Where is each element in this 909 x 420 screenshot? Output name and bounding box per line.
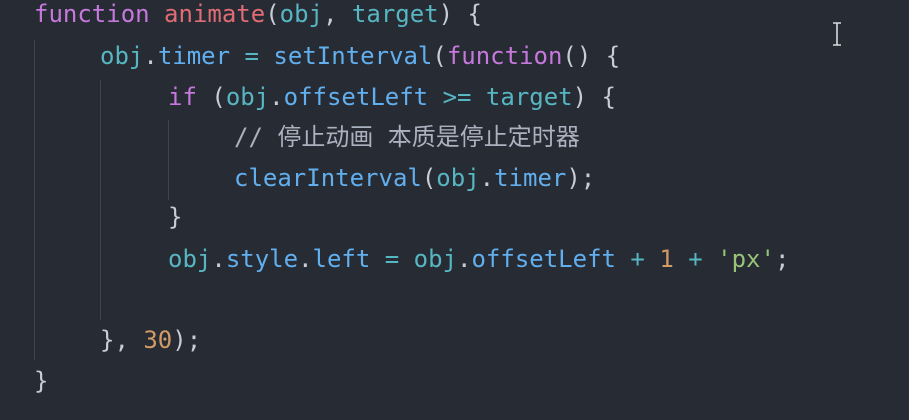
code-token-comment: // 停止动画 本质是停止定时器 <box>234 123 580 151</box>
code-token-op: + <box>673 245 718 273</box>
code-token-fn2: setInterval <box>273 42 433 70</box>
code-token-prop: timer <box>157 42 231 70</box>
code-line[interactable]: obj.style.left = obj.offsetLeft + 1 + 'p… <box>168 239 789 279</box>
code-line[interactable]: // 停止动画 本质是停止定时器 <box>234 117 580 157</box>
code-token-punct: . <box>143 42 158 70</box>
code-token-var: obj <box>436 164 480 192</box>
code-token-op: >= <box>428 83 486 111</box>
code-token-punct: } <box>100 326 115 354</box>
code-token-punct: ( <box>432 42 447 70</box>
code-token-punct: ( <box>196 83 226 111</box>
code-line[interactable]: function animate(obj, target) { <box>34 0 482 34</box>
code-token-punct: . <box>269 83 284 111</box>
code-token-punct: . <box>298 245 313 273</box>
code-token-punct: , <box>323 0 352 28</box>
code-line[interactable]: if (obj.offsetLeft >= target) { <box>168 77 616 117</box>
code-token-punct: ( <box>421 164 437 192</box>
code-token-punct: ( <box>265 0 280 28</box>
code-token-prop: left <box>312 245 371 273</box>
code-token-prop: style <box>225 245 299 273</box>
code-token-punct: } <box>168 203 183 231</box>
indent-guide-1 <box>34 40 35 360</box>
code-token-keyword: function <box>446 42 563 70</box>
code-line[interactable]: }, 30); <box>100 320 201 360</box>
code-token-var: obj <box>168 245 212 273</box>
code-token-punct: () { <box>562 42 621 70</box>
indent-guide-2 <box>100 80 101 320</box>
code-token-punct: ; <box>774 245 790 273</box>
code-token-var: obj <box>225 83 270 111</box>
code-token-punct: ); <box>172 326 202 354</box>
code-token-op: = <box>370 245 414 273</box>
text-cursor-icon <box>833 22 841 46</box>
code-token-keyword: function <box>34 0 150 28</box>
code-token-op: + <box>615 245 660 273</box>
code-token-num: 1 <box>659 245 674 273</box>
code-line[interactable]: } <box>34 361 48 401</box>
code-token-punct <box>150 0 164 28</box>
code-token-punct: ) { <box>438 0 482 28</box>
code-line[interactable]: clearInterval(obj.timer); <box>234 158 595 198</box>
code-token-var: target <box>485 83 573 111</box>
code-token-var: obj <box>100 42 144 70</box>
code-token-punct: , <box>114 326 144 354</box>
indent-guide-3 <box>168 120 169 200</box>
code-token-punct: ) { <box>572 83 616 111</box>
code-token-str: 'px' <box>717 245 775 273</box>
code-line[interactable]: obj.timer = setInterval(function() { <box>100 36 620 76</box>
code-token-var: obj <box>413 245 458 273</box>
code-token-prop: timer <box>494 164 567 192</box>
code-token-punct: . <box>457 245 472 273</box>
code-token-var: obj <box>279 0 324 28</box>
code-token-fn2: clearInterval <box>234 164 422 192</box>
code-token-punct: . <box>211 245 226 273</box>
code-token-keyword: if <box>168 83 197 111</box>
code-token-prop: offsetLeft <box>471 245 616 273</box>
code-token-op: = <box>230 42 274 70</box>
code-token-var: target <box>351 0 439 28</box>
code-editor[interactable]: function animate(obj, target) { obj.time… <box>0 0 909 420</box>
code-token-punct: ); <box>566 164 596 192</box>
code-token-punct: . <box>479 164 495 192</box>
code-token-prop: offsetLeft <box>283 83 429 111</box>
code-token-num: 30 <box>143 326 173 354</box>
code-token-punct: } <box>34 367 49 395</box>
code-token-func: animate <box>164 0 266 28</box>
code-line[interactable]: } <box>168 197 182 237</box>
